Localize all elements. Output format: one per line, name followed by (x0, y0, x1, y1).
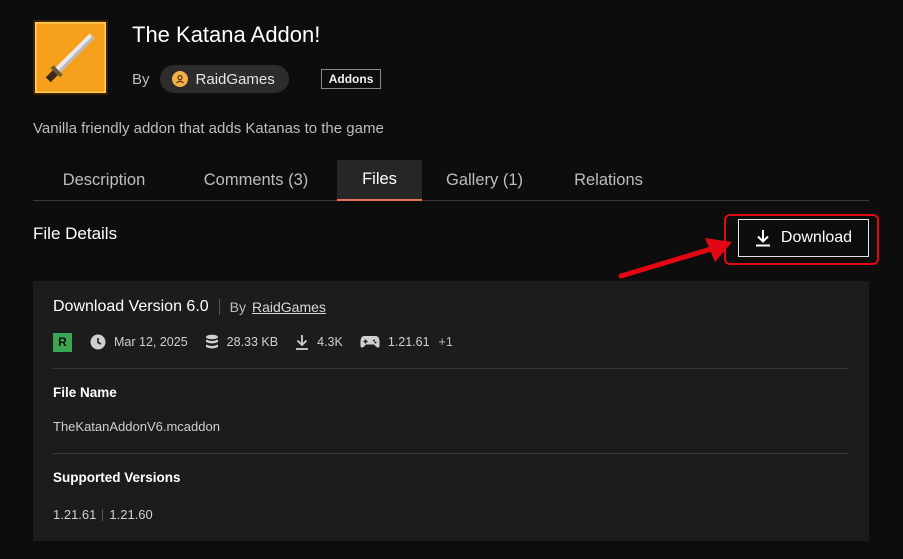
upload-date: Mar 12, 2025 (90, 334, 188, 350)
gamepad-icon (360, 336, 380, 348)
date-text: Mar 12, 2025 (114, 335, 188, 349)
author-chip[interactable]: RaidGames (159, 65, 289, 93)
katana-icon (33, 20, 108, 95)
author-name: RaidGames (195, 70, 275, 88)
supported-versions-list: 1.21.61 1.21.60 (53, 507, 153, 522)
file-author-link[interactable]: RaidGames (252, 299, 326, 315)
release-type-badge: R (53, 332, 72, 352)
addon-thumbnail (33, 20, 108, 95)
download-icon (755, 230, 770, 247)
category-tag[interactable]: Addons (320, 69, 382, 89)
version-title: Download Version 6.0 (53, 298, 209, 315)
tab-comments[interactable]: Comments (3) (175, 160, 337, 200)
game-version-text: 1.21.61 (387, 335, 430, 349)
page-title: The Katana Addon! (132, 22, 321, 47)
user-icon (171, 71, 188, 87)
file-meta: R Mar 12, 2025 28.33 KB 4.3K 1.21.61 +1 (53, 332, 453, 352)
game-version: 1.21.61 (360, 335, 430, 349)
download-button-label: Download (780, 229, 853, 246)
file-card: Download Version 6.0 By RaidGames R Mar 1… (33, 281, 869, 541)
tab-files[interactable]: Files (337, 160, 422, 201)
arrow-annotation (618, 238, 732, 279)
tab-gallery[interactable]: Gallery (1) (422, 160, 547, 200)
divider (53, 368, 849, 369)
file-byline: By RaidGames (230, 299, 326, 315)
tab-bar: Description Comments (3) Files Gallery (… (33, 160, 869, 201)
clock-icon (90, 334, 106, 350)
downloads-text: 4.3K (317, 335, 343, 349)
download-button[interactable]: Download (738, 219, 869, 257)
divider (218, 299, 220, 315)
by-label: By (132, 70, 150, 88)
size-text: 28.33 KB (226, 335, 279, 349)
download-icon (296, 335, 309, 350)
supported-versions-label: Supported Versions (53, 470, 181, 485)
supported-version-item: 1.21.60 (109, 507, 153, 522)
section-title: File Details (33, 224, 118, 243)
addon-summary: Vanilla friendly addon that adds Katanas… (33, 120, 384, 137)
file-version-header: Download Version 6.0 By RaidGames (53, 298, 326, 316)
more-versions-count[interactable]: +1 (439, 335, 453, 349)
divider (102, 508, 104, 521)
download-count: 4.3K (295, 334, 343, 350)
file-name-label: File Name (53, 385, 117, 400)
file-name-value: TheKatanAddonV6.mcaddon (53, 419, 220, 434)
by-label: By (229, 299, 246, 315)
byline: By RaidGames Addons (132, 65, 382, 93)
divider (53, 453, 849, 454)
file-size: 28.33 KB (205, 334, 278, 350)
tab-relations[interactable]: Relations (547, 160, 670, 200)
supported-version-item: 1.21.61 (53, 507, 97, 522)
tab-description[interactable]: Description (33, 160, 175, 200)
database-icon (205, 334, 218, 349)
